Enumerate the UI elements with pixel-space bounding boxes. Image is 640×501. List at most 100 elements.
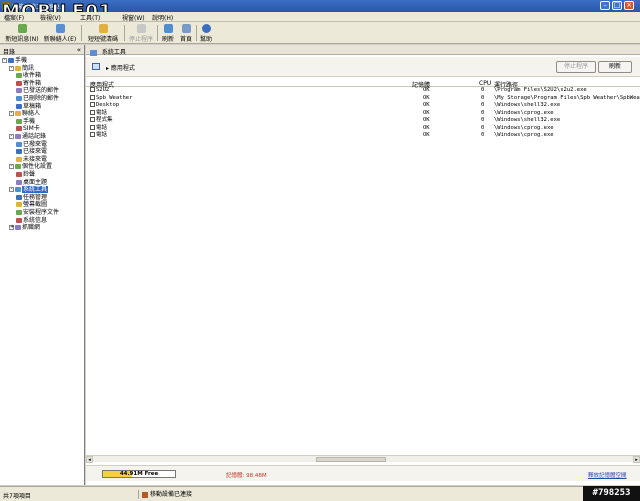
tree-node-label: 系統信息 — [23, 216, 48, 224]
tree-node-icon — [16, 88, 22, 94]
tree-node[interactable]: 鈴聲 — [16, 171, 35, 178]
tree-node[interactable]: 收件箱 — [16, 72, 41, 79]
tree-node-icon — [8, 58, 14, 63]
table-cell-app: 電話 — [90, 124, 107, 132]
table-cell-text: OK — [423, 117, 430, 123]
tree-node[interactable]: + 抓職網 — [9, 224, 40, 231]
table-cell-text: OK — [423, 132, 430, 138]
tree-node-label: 收件箱 — [23, 72, 42, 80]
new-sms-button[interactable]: 新短訊息(N) — [4, 23, 40, 43]
tree-node-icon — [16, 126, 22, 132]
maximize-button[interactable]: □ — [612, 1, 622, 10]
scrollbar-thumb[interactable] — [316, 457, 386, 462]
table-row[interactable]: Spb Weather OK 0 \My Storage\Program Files\… — [86, 94, 640, 103]
tree-node-label: 簡訊 — [22, 64, 35, 72]
help-button[interactable]: 幫助 — [198, 23, 214, 43]
table-cell-text: 0 — [481, 124, 485, 131]
table-cell-text: 0 — [481, 94, 485, 101]
application-icon — [90, 102, 95, 107]
table-cell-mem: OK — [423, 87, 430, 94]
menu-view[interactable]: 檢視(V) — [40, 13, 61, 22]
menu-tools[interactable]: 工具(T) — [80, 13, 100, 22]
tree-node[interactable]: - 通話記錄 — [9, 133, 46, 140]
table-cell-text: 0 — [481, 109, 485, 116]
tree-node-icon — [15, 187, 21, 193]
table-cell-text: 程式集 — [96, 117, 113, 123]
expand-node-icon[interactable]: + — [9, 225, 14, 231]
table-header: 應用程式 記憶體 CPU 運行路徑 — [86, 79, 640, 89]
tree-node[interactable]: - 簡訊 — [9, 65, 34, 72]
minimize-button[interactable]: – — [600, 1, 610, 10]
home-icon — [181, 24, 191, 33]
table-cell-cpu: 0 — [481, 102, 484, 109]
table-row[interactable]: 電話 OK 0 \Windows\cprog.exe — [86, 109, 640, 118]
tree-node[interactable]: - 系統工具 — [9, 186, 49, 194]
tree-node[interactable]: 安裝程序文件 — [16, 209, 59, 216]
collapse-node-icon[interactable]: - — [2, 58, 7, 63]
collapse-node-icon[interactable]: - — [9, 111, 14, 117]
tree-node[interactable]: 已發送的郵件 — [16, 87, 59, 94]
scroll-right-icon[interactable]: ▸ — [633, 456, 640, 463]
column-header-cpu[interactable]: CPU — [479, 80, 491, 87]
tree-node-label: 手機 — [15, 57, 28, 64]
application-icon — [90, 109, 95, 115]
collapse-node-icon[interactable]: - — [9, 134, 14, 139]
tree-node-icon — [16, 103, 22, 109]
tree-node[interactable]: - 個性化設置 — [9, 163, 52, 170]
tree-node-icon — [16, 179, 22, 185]
stop-process-button[interactable]: 停止程序 — [127, 23, 155, 43]
release-memory-link[interactable]: 釋放記憶體空間 — [588, 471, 627, 479]
tree-node[interactable]: SIM卡 — [16, 125, 40, 132]
collapse-node-icon[interactable]: - — [9, 65, 14, 71]
menu-file[interactable]: 檔案(F) — [4, 13, 24, 22]
tree-node-label: SIM卡 — [23, 125, 40, 133]
table-cell-text: 0 — [481, 102, 485, 108]
collapse-node-icon[interactable]: - — [9, 164, 14, 170]
table-cell-text: S2U2 — [96, 87, 110, 93]
scroll-left-icon[interactable]: ◂ — [86, 456, 93, 463]
tree-node[interactable]: 未接來電 — [16, 156, 47, 163]
tree-node[interactable]: - 聯絡人 — [9, 110, 40, 117]
collapse-sidebar-icon[interactable]: « — [77, 46, 81, 54]
table-row[interactable]: Desktop OK 0 \Windows\shell32.exe — [86, 102, 640, 110]
tree-node-icon — [16, 149, 22, 155]
status-bar: 共7項項目 移動設備已連接 — [0, 486, 640, 501]
memory-status-row: 44.91M Free 記憶體: 98.48M 釋放記憶體空間 — [86, 465, 640, 481]
tree-node-label: 螢幕截圖 — [23, 201, 48, 209]
table-row[interactable]: 程式集 OK 0 \Windows\shell32.exe — [86, 117, 640, 125]
breadcrumb-label: 應用程式 — [110, 65, 135, 72]
refresh-icon — [163, 24, 173, 33]
table-cell-path: \Windows\shell32.exe — [494, 117, 560, 124]
collapse-node-icon[interactable]: - — [9, 187, 14, 193]
tree-node[interactable]: 已撥來電 — [16, 141, 47, 148]
tree-node[interactable]: 系統信息 — [16, 217, 47, 224]
applications-icon — [92, 63, 100, 70]
tree-node[interactable]: 螢幕截圖 — [16, 201, 47, 208]
menu-help[interactable]: 說明(H) — [152, 13, 173, 22]
table-row[interactable]: 電話 OK 0 \Windows\cprog.exe — [86, 132, 640, 140]
home-button[interactable]: 首頁 — [178, 23, 194, 43]
table-row[interactable]: S2U2 OK 0 \Program Files\S2U2\s2u2.exe — [86, 87, 640, 95]
tree-node[interactable]: 寄件箱 — [16, 80, 41, 87]
table-cell-text: \Windows\shell32.exe — [494, 117, 561, 123]
tree-node[interactable]: 草稿箱 — [16, 103, 41, 110]
backup-button[interactable]: 短短號清碼 — [84, 23, 122, 43]
horizontal-scrollbar[interactable]: ◂ ▸ — [86, 455, 640, 463]
close-button[interactable]: × — [624, 1, 634, 10]
menu-window[interactable]: 視窗(W) — [122, 13, 145, 22]
tree-node-icon — [15, 134, 21, 139]
tree-node[interactable]: - 手機 — [2, 57, 27, 64]
table-row[interactable]: 電話 OK 0 \Windows\cprog.exe — [86, 124, 640, 133]
table-cell-path: \Windows\shell32.exe — [494, 102, 560, 109]
refresh-button[interactable]: 刷新 — [598, 61, 632, 73]
tree-node[interactable]: 手機 — [16, 118, 35, 125]
tree-node-icon — [16, 118, 22, 124]
tree-node[interactable]: 已刪除的郵件 — [16, 95, 59, 102]
tree-node[interactable]: 桌面主題 — [16, 179, 47, 186]
tree-node[interactable]: 已接來電 — [16, 148, 47, 155]
table-cell-text: \Windows\cprog.exe — [494, 109, 554, 116]
refresh-toolbar-button[interactable]: 刷新 — [160, 23, 176, 43]
tree-node[interactable]: 任務管理 — [16, 194, 47, 201]
stop-process-button-panel[interactable]: 停止程序 — [556, 61, 596, 73]
new-contact-button[interactable]: 新聯絡人(E) — [42, 23, 78, 43]
